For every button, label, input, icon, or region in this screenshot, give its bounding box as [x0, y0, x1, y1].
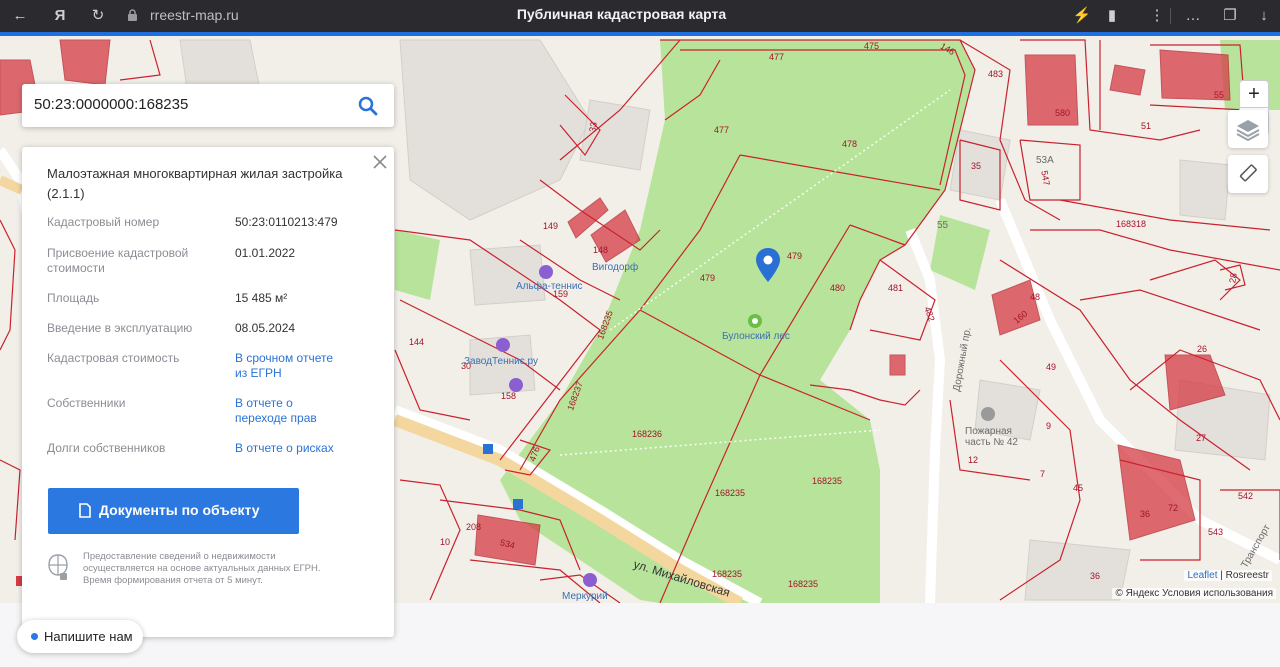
layers-icon	[1236, 120, 1260, 142]
yandex-credit[interactable]: © Яндекс Условия использования	[1112, 588, 1276, 599]
field-label: Площадь	[47, 291, 100, 305]
owners-link[interactable]: В отчете о переходе прав	[235, 396, 345, 426]
parcel-label: 27	[1196, 433, 1207, 443]
registry-shield-icon	[48, 554, 68, 580]
commissioning-date-value: 08.05.2024	[235, 321, 296, 335]
ruler-icon	[1239, 164, 1257, 182]
parcel-label: 149	[543, 221, 559, 231]
parcel-label: 33	[587, 121, 599, 133]
zoom-in-button[interactable]: +	[1240, 81, 1268, 108]
parcel-label: 168318	[1116, 219, 1147, 229]
more-icon[interactable]: …	[1181, 4, 1205, 28]
chat-button[interactable]: Напишите нам	[17, 620, 143, 653]
search-input[interactable]	[34, 96, 354, 113]
search-box	[22, 84, 394, 127]
parcel-label: 477	[714, 125, 730, 135]
parcel-label: 53А	[1036, 155, 1054, 166]
disclaimer-text: Предоставление сведений о недвижимости о…	[83, 551, 321, 586]
bookmark-icon[interactable]: ▮	[1100, 4, 1124, 28]
page-title: Публичная кадастровая карта	[516, 6, 727, 22]
field-label: Долги собственников	[47, 441, 166, 455]
parcel-label: 28	[1227, 272, 1239, 284]
parcel-label: 55	[937, 220, 949, 231]
parcel-label: 48	[1030, 292, 1041, 302]
browser-toolbar: ← Я ↻ rreestr-map.ru Публичная кадастров…	[0, 0, 1280, 32]
place-label-vigodorf: Вигодорф	[592, 262, 639, 273]
parcel-label: 45	[1073, 483, 1084, 493]
field-label: Кадастровый номер	[47, 215, 160, 229]
parcel-label: 543	[1208, 527, 1224, 537]
field-label: Присвоение кадастровой стоимости	[47, 246, 189, 275]
parcel-label: 480	[830, 283, 846, 293]
parcel-label: 483	[988, 69, 1004, 79]
parcel-label: 168235	[715, 488, 746, 498]
field-label: Введение в эксплуатацию	[47, 321, 193, 335]
measure-button[interactable]	[1228, 155, 1268, 193]
toolbar-separator	[1170, 8, 1171, 24]
object-documents-button[interactable]: Документы по объекту	[48, 488, 299, 534]
place-label-bulon: Булонский лес	[722, 331, 790, 342]
collections-icon[interactable]: ❐	[1218, 4, 1242, 28]
parcel-label: 478	[842, 139, 858, 149]
parcel-label: 168236	[632, 429, 663, 439]
place-label-zavod: ЗаводТеннис.ру	[464, 356, 538, 367]
place-label-alfa: Альфа-теннис	[516, 281, 583, 292]
online-status-icon	[31, 633, 38, 640]
parcel-label: 49	[1046, 362, 1057, 372]
parcel-label: 158	[501, 391, 517, 401]
area-value: 15 485 м²	[235, 291, 288, 305]
cadastral-cost-link[interactable]: В срочном отчете из ЕГРН	[235, 351, 345, 381]
parcel-label: 168235	[788, 579, 819, 589]
place-label-merkur: Меркурий	[562, 591, 608, 602]
field-label: Собственники	[47, 396, 126, 410]
map-attribution: Leaflet | Rosreestr	[1184, 570, 1272, 581]
protect-icon[interactable]: ⚡	[1070, 4, 1094, 28]
chat-button-label: Напишите нам	[44, 629, 133, 644]
parcel-label: 10	[440, 537, 451, 547]
parcel-label: 36	[1140, 509, 1151, 519]
parcel-label: 475	[864, 41, 880, 51]
valuation-date-value: 01.01.2022	[235, 246, 296, 260]
leaflet-link[interactable]: Leaflet	[1187, 570, 1217, 581]
object-info-panel: Малоэтажная многоквартирная жилая застро…	[22, 147, 394, 637]
parcel-label: 9	[1046, 421, 1052, 431]
parcel-label: 148	[593, 245, 609, 255]
parcel-label: 168235	[712, 569, 743, 579]
tab-menu-icon[interactable]: ⋮	[1145, 4, 1169, 28]
parcel-label: 580	[1055, 108, 1071, 118]
parcel-label: 51	[1141, 121, 1152, 131]
object-title: Малоэтажная многоквартирная жилая застро…	[47, 166, 343, 201]
parcel-label: 26	[1197, 344, 1208, 354]
parcel-label: 168235	[812, 476, 843, 486]
field-label: Кадастровая стоимость	[47, 351, 180, 365]
parcel-label: 481	[888, 283, 904, 293]
documents-button-label: Документы по объекту	[99, 502, 260, 518]
cadastral-number-value: 50:23:0110213:479	[235, 215, 338, 229]
close-icon[interactable]	[371, 153, 389, 171]
parcel-label: 35	[971, 161, 982, 171]
parcel-label: 55	[1214, 90, 1225, 100]
place-label-pozharnaya: Пожарная часть № 42	[965, 426, 1018, 448]
parcel-label: 12	[968, 455, 979, 465]
document-icon	[79, 503, 91, 518]
parcel-label: 479	[787, 251, 803, 261]
attribution-text: | Rosreestr	[1220, 570, 1269, 581]
downloads-icon[interactable]: ↓	[1252, 4, 1276, 28]
owner-debts-link[interactable]: В отчете о рисках	[235, 441, 375, 456]
parcel-label: 36	[1090, 571, 1101, 581]
parcel-label: 144	[409, 337, 425, 347]
parcel-label: 7	[1040, 469, 1046, 479]
parcel-label: 72	[1168, 503, 1179, 513]
parcel-label: 477	[769, 52, 785, 62]
layers-button[interactable]	[1228, 110, 1268, 148]
parcel-label: 208	[466, 522, 482, 532]
parcel-label: 479	[700, 273, 716, 283]
parcel-label: 542	[1238, 491, 1254, 501]
search-icon[interactable]	[358, 96, 378, 116]
